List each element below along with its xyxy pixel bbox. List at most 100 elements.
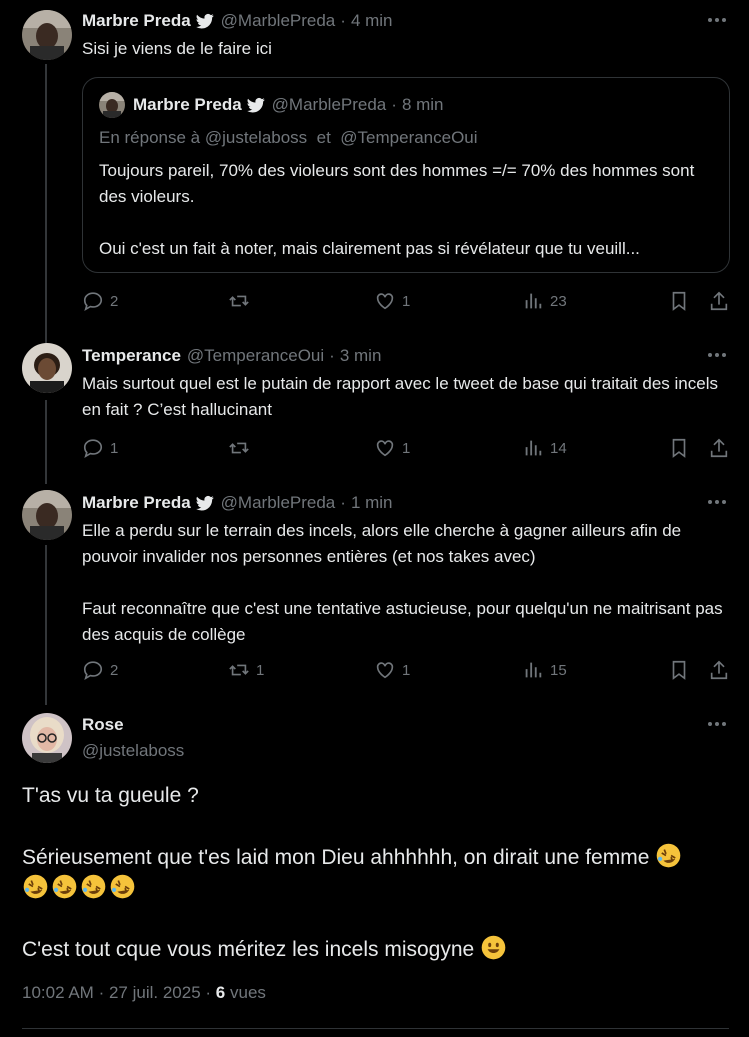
reply-button[interactable]: 2 [82, 659, 118, 681]
like-button[interactable]: 1 [374, 437, 410, 459]
share-button[interactable] [708, 659, 730, 681]
retweet-count: 1 [256, 661, 265, 679]
text-line: C'est tout cque vous méritez les incels … [22, 934, 729, 965]
bookmark-button[interactable] [668, 437, 690, 459]
action-bar: 1 1 14 [82, 437, 730, 461]
reply-icon [83, 661, 103, 680]
reply-count: 2 [110, 292, 119, 310]
retweet-icon [229, 295, 249, 307]
views-icon [525, 440, 542, 456]
avatar [99, 92, 125, 118]
separator: · [340, 11, 346, 30]
quoted-tweet[interactable]: Marbre Preda @MarblePreda · 8 min En rép… [82, 77, 730, 273]
share-icon [710, 291, 728, 311]
display-name[interactable]: Temperance [82, 346, 181, 366]
display-name[interactable]: Rose [82, 715, 124, 735]
like-button[interactable]: 1 [374, 659, 410, 681]
reply-button[interactable]: 1 [82, 437, 118, 459]
reply-prefix: En réponse à [99, 128, 201, 147]
views-button[interactable]: 15 [522, 659, 567, 681]
views-count: 23 [550, 292, 567, 310]
mention: @justelaboss [204, 128, 308, 147]
bookmark-button[interactable] [668, 659, 690, 681]
main-tweet-text: T'as vu ta gueule ? Sérieusement que t'e… [22, 781, 729, 965]
reply-button[interactable]: 2 [82, 290, 118, 312]
handle[interactable]: @TemperanceOui [187, 346, 324, 366]
like-icon [376, 293, 394, 310]
timestamp: 8 min [401, 95, 444, 114]
text-line-content: C'est tout cque vous méritez les incels … [22, 938, 475, 961]
separator: · [329, 346, 335, 365]
emoji-row [22, 873, 729, 904]
avatar[interactable] [22, 343, 72, 393]
tweet[interactable]: Marbre Preda @MarblePreda · 1 min Elle a… [0, 482, 749, 692]
views-count: 15 [550, 661, 567, 679]
handle[interactable]: @justelaboss [82, 741, 184, 761]
tweet[interactable]: Temperance @TemperanceOui · 3 min Mais s… [0, 335, 749, 475]
action-bar: 2 1 1 15 [82, 659, 730, 683]
retweet-icon [229, 442, 249, 454]
text-line: T'as vu ta gueule ? [22, 784, 199, 807]
handle[interactable]: @MarblePreda [221, 493, 336, 513]
tweet-meta: 10:02 AM · 27 juil. 2025 · 6 vues [22, 983, 266, 1003]
tweet-subheader: @justelaboss [82, 740, 729, 762]
retweet-icon [229, 664, 249, 676]
separator: · [205, 983, 212, 1002]
timestamp[interactable]: 3 min [340, 346, 382, 366]
more-icon[interactable] [705, 492, 729, 512]
more-icon[interactable] [705, 345, 729, 365]
tweet-text: Sisi je viens de le faire ici [82, 39, 272, 58]
handle[interactable]: @MarblePreda [221, 11, 336, 31]
more-icon[interactable] [705, 10, 729, 30]
separator: · [340, 493, 346, 512]
separator: · [98, 983, 105, 1002]
tweet-text: Elle a perdu sur le terrain des incels, … [82, 521, 723, 644]
share-button[interactable] [708, 290, 730, 312]
reply-count: 2 [110, 661, 119, 679]
avatar[interactable] [22, 10, 72, 60]
twitter-bird-icon [246, 97, 265, 113]
bookmark-button[interactable] [668, 290, 690, 312]
handle: @MarblePreda [271, 95, 387, 114]
reply-icon [83, 292, 103, 311]
timestamp[interactable]: 1 min [351, 493, 393, 513]
retweet-button[interactable]: 1 [228, 659, 264, 681]
retweet-button[interactable] [228, 437, 256, 459]
bookmark-icon [672, 291, 686, 311]
like-count: 1 [402, 661, 411, 679]
bookmark-icon [672, 438, 686, 458]
views-count: 6 [215, 983, 226, 1002]
bookmark-icon [672, 660, 686, 680]
rolling-laughing-emoji [110, 874, 135, 899]
more-icon[interactable] [705, 714, 729, 734]
like-button[interactable]: 1 [374, 290, 410, 312]
display-name[interactable]: Marbre Preda [82, 493, 191, 513]
avatar[interactable] [22, 490, 72, 540]
tweet[interactable]: Marbre Preda @MarblePreda · 4 min Sisi j… [0, 0, 749, 330]
display-name[interactable]: Marbre Preda [82, 11, 191, 31]
reply-count: 1 [110, 439, 119, 457]
rolling-laughing-emoji [23, 874, 48, 899]
share-icon [710, 660, 728, 680]
twitter-bird-icon [195, 495, 214, 511]
views-icon [525, 662, 542, 678]
timestamp[interactable]: 4 min [351, 11, 393, 31]
like-icon [376, 440, 394, 457]
tweet-header: Marbre Preda @MarblePreda · 1 min [82, 492, 729, 514]
twitter-bird-icon [195, 13, 214, 29]
like-count: 1 [402, 439, 411, 457]
views-button[interactable]: 23 [522, 290, 567, 312]
post-time[interactable]: 10:02 AM [22, 983, 94, 1002]
views-label: vues [230, 983, 266, 1002]
views-button[interactable]: 14 [522, 437, 567, 459]
action-bar: 2 1 23 [82, 290, 730, 314]
retweet-button[interactable] [228, 290, 256, 312]
mention: @TemperanceOui [340, 128, 478, 147]
reply-icon [83, 439, 103, 458]
rolling-laughing-emoji [656, 843, 681, 868]
post-date[interactable]: 27 juil. 2025 [109, 983, 201, 1002]
display-name: Marbre Preda [133, 95, 242, 114]
avatar[interactable] [22, 713, 72, 763]
share-button[interactable] [708, 437, 730, 459]
smile-emoji [481, 935, 506, 960]
